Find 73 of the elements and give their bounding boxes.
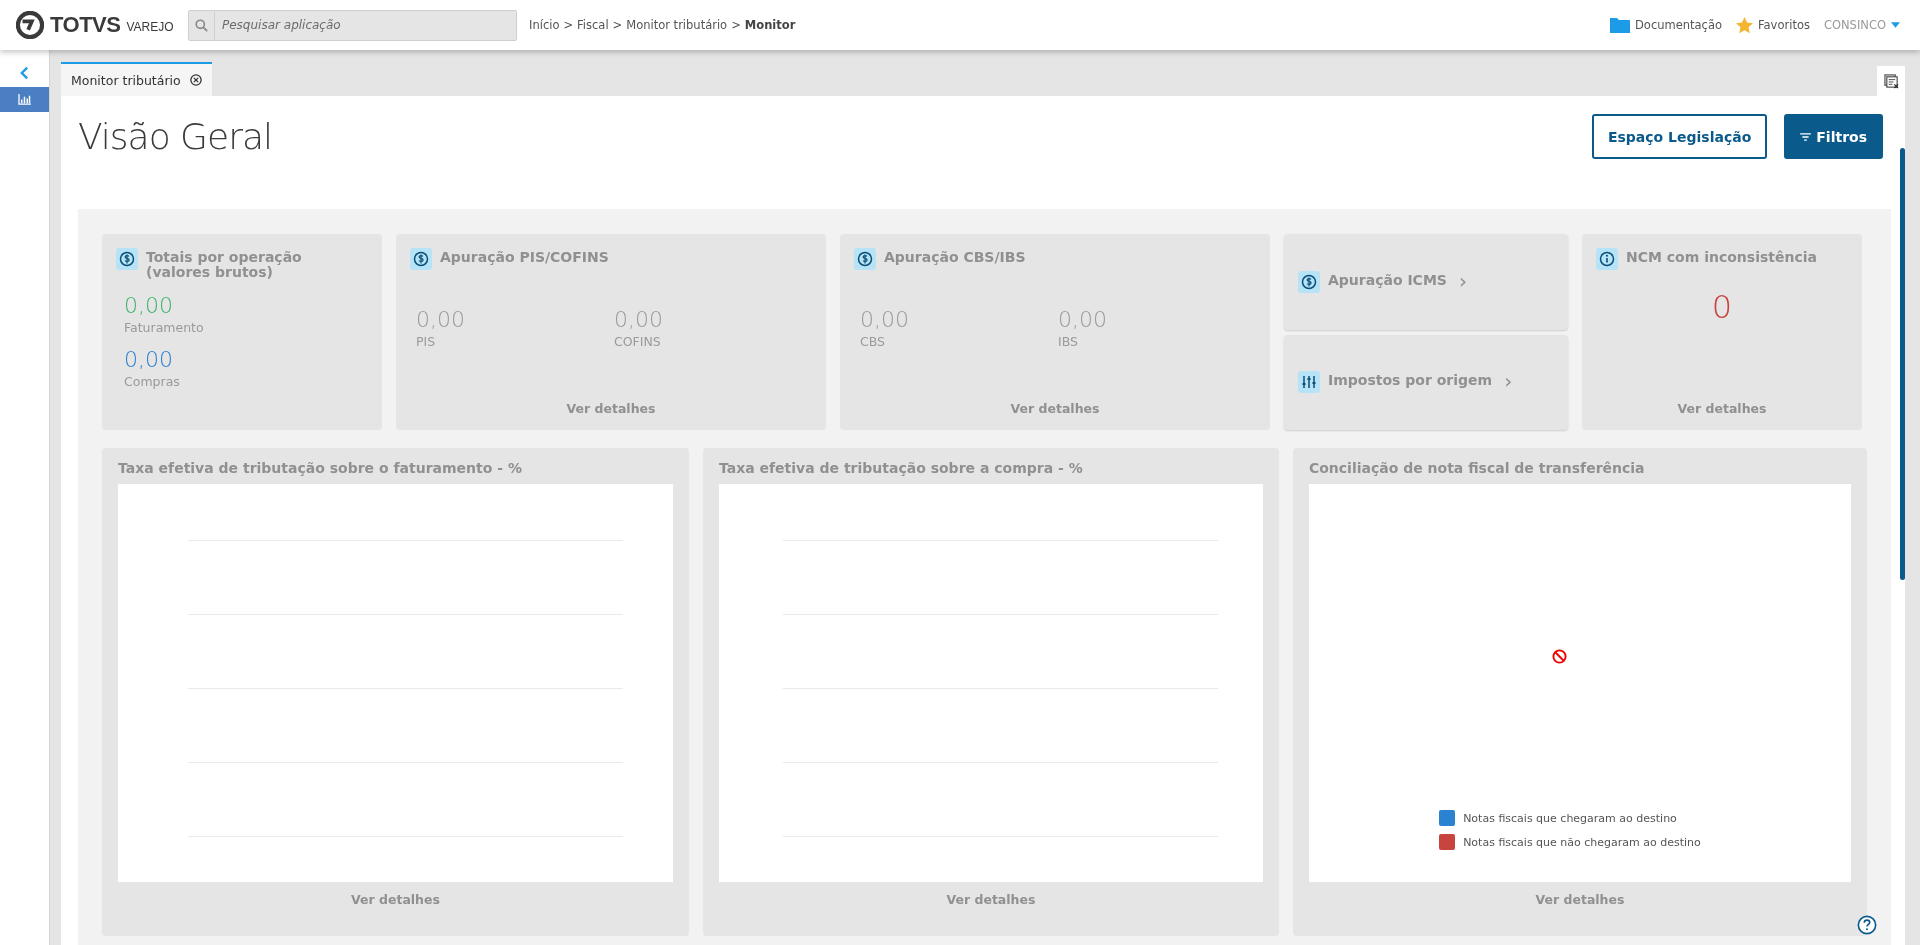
value-text: 0,00 — [614, 307, 664, 332]
breadcrumb-link[interactable]: Início — [529, 18, 560, 32]
header-link[interactable]: Favoritos — [1758, 18, 1810, 32]
dollar-icon — [854, 248, 876, 270]
value-text: 0,00 — [124, 292, 174, 318]
folder-icon[interactable] — [1610, 17, 1630, 33]
legend-label: Notas fiscais que não chegaram ao destino — [1463, 835, 1701, 849]
logo-subtitle: VAREJO — [126, 19, 174, 34]
value-label: CBS — [860, 334, 887, 349]
details-link[interactable]: Ver detalhes — [718, 892, 1263, 907]
page-title: Visão Geral — [78, 116, 273, 157]
chevron-left-icon — [20, 65, 29, 80]
bar-chart-icon — [18, 94, 31, 105]
dollar-icon — [116, 248, 138, 270]
close-icon[interactable] — [189, 74, 202, 86]
value-text: 0,00 — [860, 307, 910, 332]
close-tabs-button[interactable] — [1877, 66, 1905, 96]
nav-card[interactable]: Apuração ICMS › — [1284, 234, 1568, 330]
card-title: Apuração PIS/COFINS — [440, 250, 609, 266]
chart-title: Taxa efetiva de tributação sobre a compra - % — [718, 460, 1084, 476]
help-icon[interactable] — [1857, 915, 1877, 935]
chevron-icon[interactable]: › — [1504, 371, 1513, 392]
breadcrumb-separator: > — [563, 18, 574, 32]
value-label: Faturamento — [124, 319, 205, 335]
logo-icon — [16, 11, 44, 39]
logo-text: TOTVS — [50, 12, 121, 38]
details-link[interactable]: Ver detalhes — [118, 892, 673, 907]
dollar-icon — [410, 248, 432, 270]
breadcrumb-link[interactable]: Fiscal — [577, 18, 609, 32]
card-title: NCM com inconsistência — [1626, 250, 1817, 266]
details-link[interactable]: Ver detalhes — [1596, 401, 1848, 416]
details-link[interactable]: Ver detalhes — [410, 401, 812, 416]
details-link[interactable]: Ver detalhes — [854, 401, 1256, 416]
value-text: 0,00 — [124, 346, 174, 372]
tab-label: Monitor tributário — [71, 72, 181, 88]
legend-label: Notas fiscais que chegaram ao destino — [1463, 811, 1677, 825]
details-link[interactable]: Ver detalhes — [1308, 892, 1851, 907]
breadcrumb-link[interactable]: Monitor tributário — [626, 18, 728, 32]
search-button[interactable] — [188, 9, 215, 41]
card-title: Apuração CBS/IBS — [884, 250, 1026, 266]
chart-title: Conciliação de nota fiscal de transferência — [1308, 460, 1646, 476]
count-value: 0 — [1710, 288, 1734, 326]
value-label: COFINS — [614, 334, 662, 349]
filter-button[interactable]: Filtros — [1784, 114, 1883, 159]
value-label: IBS — [1058, 334, 1079, 349]
legislation-button[interactable]: Espaço Legislação — [1591, 114, 1768, 159]
breadcrumb-separator: > — [612, 18, 623, 32]
filter-icon[interactable] — [1800, 132, 1812, 141]
user-menu[interactable]: CONSINCO — [1823, 18, 1886, 32]
chevron-icon[interactable]: › — [1458, 270, 1467, 291]
tab[interactable]: Monitor tributário — [61, 62, 212, 96]
info-icon — [1596, 248, 1618, 270]
card-title: Apuração ICMS — [1328, 272, 1447, 289]
search-field[interactable]: Pesquisar aplicação — [215, 9, 517, 41]
search-icon — [195, 18, 208, 32]
value-text: 0,00 — [1058, 307, 1108, 332]
card-title: Impostos por origem — [1328, 373, 1493, 389]
caret-icon[interactable] — [1891, 22, 1900, 28]
breadcrumb-separator: > — [731, 18, 741, 32]
star-icon[interactable] — [1736, 16, 1753, 34]
card-title: Totais por operação (valores brutos) — [146, 250, 303, 281]
windows-close-icon — [1883, 73, 1899, 89]
no-data-icon — [1552, 649, 1568, 664]
chart-title: Taxa efetiva de tributação sobre o faturamento - % — [118, 460, 523, 476]
value-text: 0,00 — [416, 307, 466, 332]
sidebar-item[interactable] — [0, 87, 49, 112]
value-label: PIS — [416, 334, 437, 349]
dollar-icon — [1298, 270, 1320, 293]
sliders-icon — [1298, 371, 1320, 394]
header-link[interactable]: Documentação — [1635, 18, 1722, 32]
scrollbar-thumb[interactable] — [1900, 148, 1905, 580]
value-label: Compras — [124, 373, 181, 389]
nav-card[interactable]: Impostos por origem › — [1284, 334, 1568, 430]
